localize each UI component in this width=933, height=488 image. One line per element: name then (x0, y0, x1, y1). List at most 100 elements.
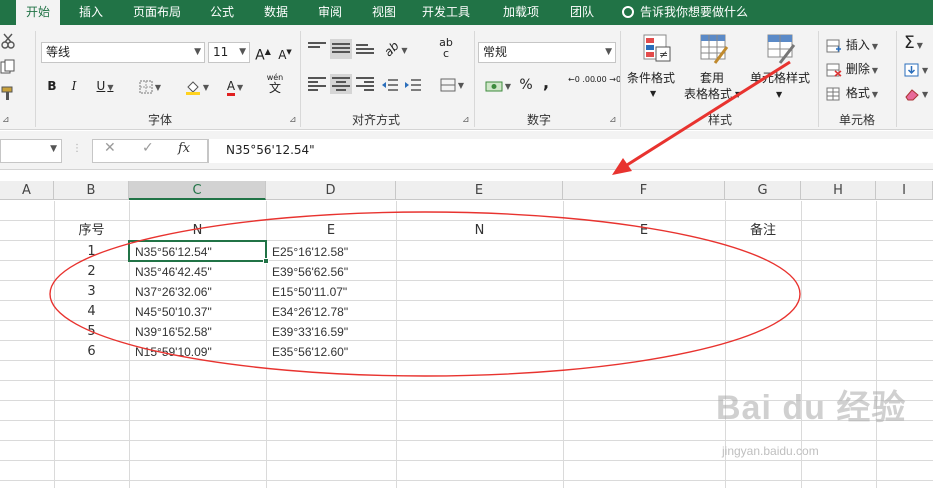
column-header-f[interactable]: F (563, 181, 725, 200)
header-seq-cell[interactable]: 序号 (54, 221, 129, 241)
seq-cell[interactable]: 1 (54, 242, 129, 262)
tab-team[interactable]: 团队 (560, 0, 604, 25)
cell-styles-icon (767, 34, 796, 64)
copy-button[interactable] (0, 59, 16, 79)
autosum-button[interactable]: Σ ▼ (904, 33, 932, 53)
header-e-cell[interactable]: E (266, 221, 396, 241)
delete-cells-button[interactable]: 删除 ▼ (826, 59, 892, 79)
formula-input[interactable]: N35°56'12.54" (208, 139, 933, 163)
seq-cell[interactable]: 2 (54, 262, 129, 282)
column-header-a[interactable]: A (0, 181, 54, 200)
alignment-dialog-launcher[interactable]: ⊿ (462, 115, 470, 125)
insert-cells-button[interactable]: 插入 ▼ (826, 35, 892, 55)
chevron-down-icon: ▼ (107, 83, 114, 92)
accounting-format-button[interactable]: ▼ (480, 75, 516, 95)
fill-button[interactable]: ▼ (904, 59, 932, 79)
column-header-c[interactable]: C (129, 181, 266, 200)
middle-align-button[interactable] (330, 39, 352, 59)
tab-insert[interactable]: 插入 (70, 0, 112, 25)
n-coordinate-cell[interactable]: N45°50'10.37" (129, 302, 266, 322)
header-e2-cell[interactable]: E (563, 221, 725, 241)
n-coordinate-cell[interactable]: N37°26'32.06" (129, 282, 266, 302)
tab-page-layout[interactable]: 页面布局 (124, 0, 190, 25)
clipboard-dialog-launcher[interactable]: ⊿ (2, 115, 10, 125)
decrease-decimal-button[interactable]: .00 →0 (594, 75, 621, 95)
fill-handle[interactable] (263, 258, 269, 264)
column-header-h[interactable]: H (801, 181, 876, 200)
font-size-combo[interactable]: 11 ▼ (208, 42, 250, 63)
percent-style-button[interactable]: % (518, 75, 534, 95)
decrease-indent-button[interactable] (380, 74, 400, 94)
insert-function-button[interactable]: fx (178, 141, 190, 156)
e-coordinate-cell[interactable]: E39°56'62.56" (266, 262, 396, 282)
column-header-b[interactable]: B (54, 181, 129, 200)
increase-indent-button[interactable] (403, 74, 423, 94)
align-middle-icon (332, 43, 350, 57)
search-icon (622, 6, 634, 18)
underline-button[interactable]: U ▼ (90, 76, 120, 96)
tell-me-box[interactable]: 告诉我你想要做什么 (622, 0, 748, 25)
format-cells-button[interactable]: 格式 ▼ (826, 83, 892, 103)
column-header-e[interactable]: E (396, 181, 563, 200)
format-painter-button[interactable] (0, 85, 16, 105)
tab-home[interactable]: 开始 (16, 0, 60, 27)
seq-cell[interactable]: 4 (54, 302, 129, 322)
n-coordinate-cell[interactable]: N15°59'10.09" (129, 342, 266, 362)
column-header-g[interactable]: G (725, 181, 801, 200)
shrink-font-button[interactable]: A▼ (276, 42, 294, 62)
enter-icon[interactable]: ✓ (142, 140, 154, 156)
align-left-button[interactable] (307, 74, 327, 94)
e-coordinate-cell[interactable]: E25°16'12.58" (266, 242, 396, 262)
seq-cell[interactable]: 3 (54, 282, 129, 302)
number-dialog-launcher[interactable]: ⊿ (609, 115, 617, 125)
wrap-text-button[interactable]: ab c (436, 37, 456, 63)
column-header-i[interactable]: I (876, 181, 933, 200)
font-dialog-launcher[interactable]: ⊿ (289, 115, 297, 125)
e-coordinate-cell[interactable]: E34°26'12.78" (266, 302, 396, 322)
fill-color-button[interactable]: ▼ (180, 76, 214, 96)
seq-cell[interactable]: 5 (54, 322, 129, 342)
cut-button[interactable] (0, 33, 16, 53)
tab-view[interactable]: 视图 (362, 0, 406, 25)
name-box[interactable]: ▼ (0, 139, 62, 163)
orientation-button[interactable]: ab▼ (380, 39, 412, 59)
ribbon-separator (35, 31, 36, 127)
n-coordinate-cell[interactable]: N39°16'52.58" (129, 322, 266, 342)
align-right-button[interactable] (355, 74, 375, 94)
header-note-cell[interactable]: 备注 (725, 221, 801, 241)
tab-formulas[interactable]: 公式 (200, 0, 244, 25)
number-format-combo[interactable]: 常规 ▼ (478, 42, 616, 63)
merge-center-button[interactable]: ▼ (436, 74, 468, 94)
bold-button[interactable]: B (44, 76, 60, 96)
copy-icon (0, 59, 15, 74)
tab-developer[interactable]: 开发工具 (414, 0, 478, 25)
bottom-align-button[interactable] (355, 39, 375, 59)
borders-button[interactable]: ▼ (134, 76, 166, 96)
column-header-d[interactable]: D (266, 181, 396, 200)
cell-styles-label: 单元格样式 (750, 71, 811, 85)
cell-styles-button[interactable] (764, 33, 798, 73)
n-coordinate-cell[interactable]: N35°46'42.45" (129, 262, 266, 282)
font-color-button[interactable]: A ▼ (220, 76, 250, 96)
e-coordinate-cell[interactable]: E39°33'16.59" (266, 322, 396, 342)
chevron-down-icon: ▼ (154, 83, 162, 92)
tab-data[interactable]: 数据 (254, 0, 298, 25)
header-n-cell[interactable]: N (129, 221, 266, 241)
tab-addins[interactable]: 加载项 (494, 0, 548, 25)
align-center-button[interactable] (330, 74, 352, 94)
seq-cell[interactable]: 6 (54, 342, 129, 362)
clear-button[interactable]: ▼ (904, 83, 932, 103)
cancel-icon[interactable]: ✕ (104, 140, 116, 156)
format-as-table-button[interactable] (698, 33, 730, 73)
italic-button[interactable]: I (66, 76, 82, 96)
grow-font-button[interactable]: A▲ (254, 42, 272, 64)
tab-review[interactable]: 审阅 (308, 0, 352, 25)
comma-style-button[interactable]: , (540, 73, 552, 93)
phonetic-guide-button[interactable]: wén 文 (260, 72, 290, 100)
e-coordinate-cell[interactable]: E15°50'11.07" (266, 282, 396, 302)
top-align-button[interactable] (307, 39, 327, 59)
font-name-combo[interactable]: 等线 ▼ (41, 42, 205, 63)
e-coordinate-cell[interactable]: E35°56'12.60" (266, 342, 396, 362)
header-n2-cell[interactable]: N (396, 221, 563, 241)
increase-decimal-button[interactable]: ←0 .00 (568, 75, 595, 95)
